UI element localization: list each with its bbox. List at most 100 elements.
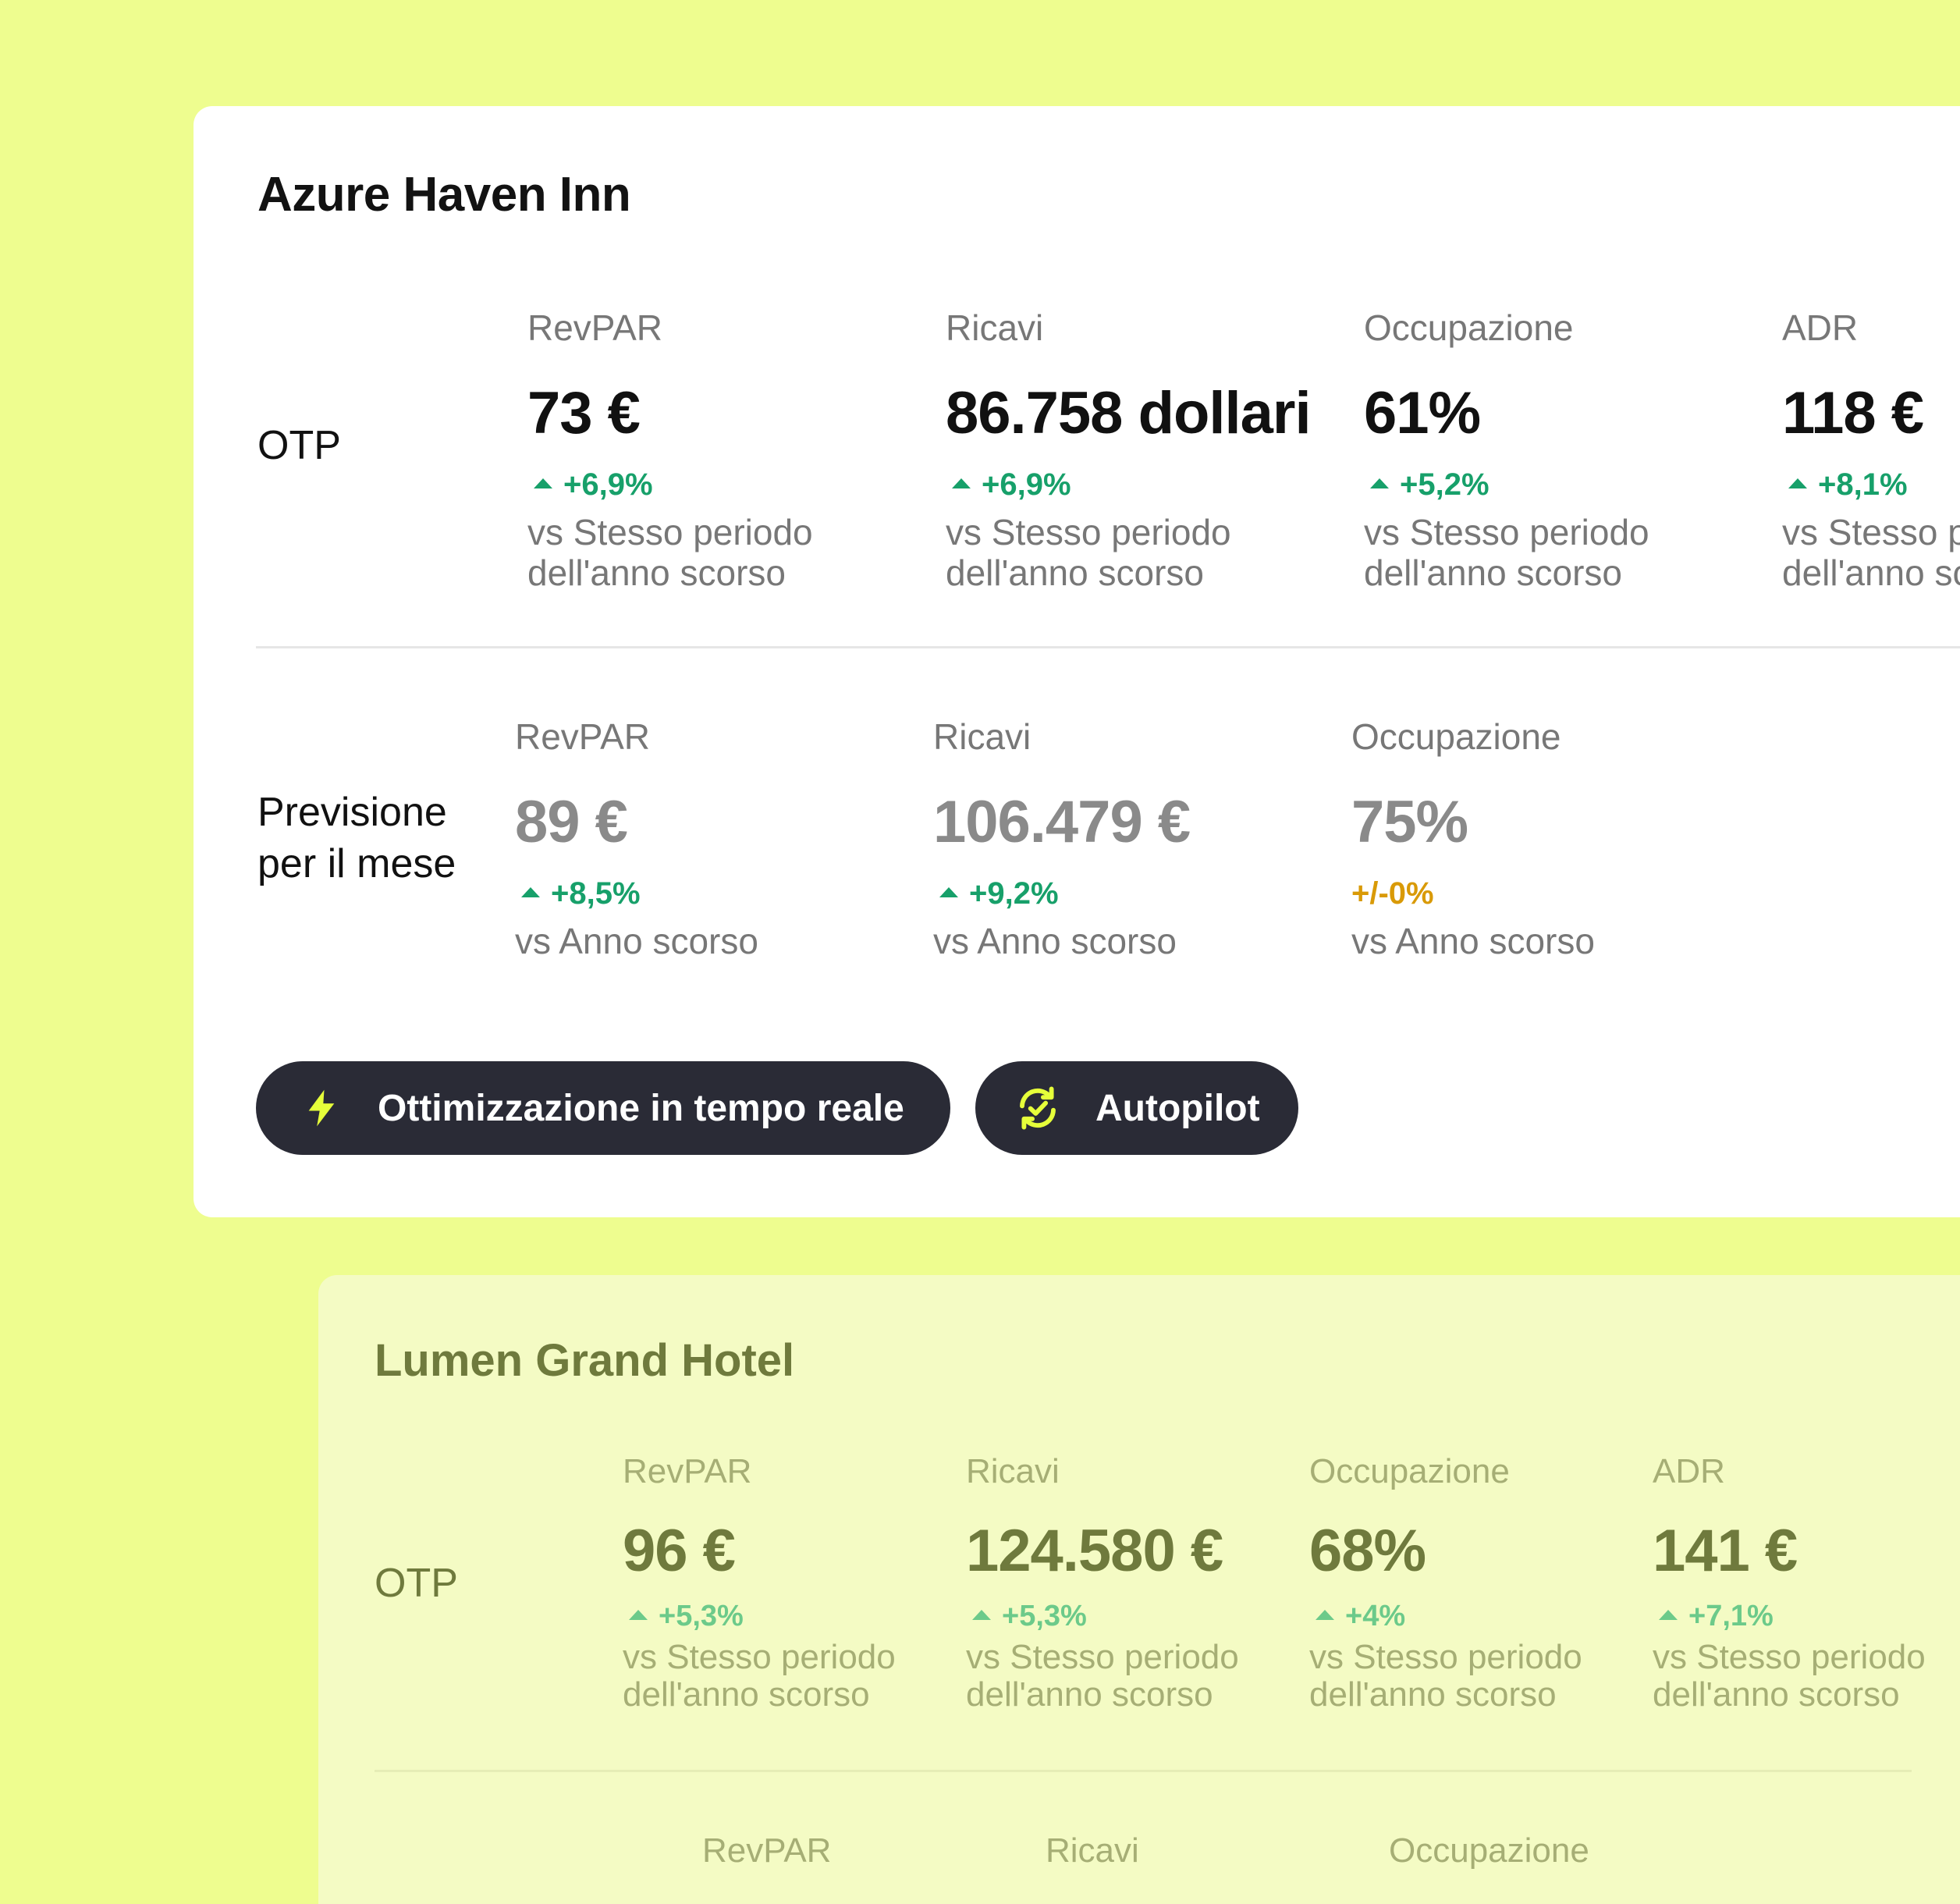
- metric-comparison: vs Anno scorso: [1351, 921, 1595, 961]
- metric-change: +6,9%: [946, 465, 1311, 504]
- metric-change: +5,3%: [623, 1597, 896, 1636]
- metric-value: 75%: [1351, 789, 1468, 855]
- hotel-card-azure-haven: Azure Haven Inn OTP RevPAR 73 € +6,9% vs…: [194, 106, 1960, 1217]
- metric-occupazione: Occupazione 68% +4% vs Stesso periodo de…: [1309, 1450, 1582, 1714]
- metric-label: RevPAR: [702, 1831, 832, 1870]
- metric-comparison: vs Stesso periodo: [1653, 1638, 1926, 1676]
- autopilot-button[interactable]: Autopilot: [975, 1061, 1298, 1155]
- metric-change: +8,1%: [1782, 465, 1960, 504]
- metric-comparison-line2: dell'anno scorso: [966, 1675, 1213, 1714]
- metric-comparison: vs Stesso periodo: [623, 1638, 896, 1676]
- trend-up-icon: [534, 478, 552, 488]
- metric-adr: ADR 141 € +7,1% vs Stesso periodo dell'a…: [1653, 1450, 1926, 1714]
- metric-value: 118 €: [1782, 380, 1924, 446]
- forecast-metric-ricavi: Ricavi 106.479 € +9,2% vs Anno scorso: [933, 715, 1191, 961]
- change-value: +6,9%: [982, 467, 1071, 502]
- trend-up-icon: [972, 1609, 991, 1620]
- metric-comparison: vs Anno scorso: [515, 921, 758, 961]
- metric-value: 124.580 €: [966, 1518, 1223, 1584]
- metric-occupazione: Occupazione 61% +5,2% vs Stesso periodo …: [1364, 306, 1649, 593]
- metric-label: Ricavi: [946, 307, 1044, 348]
- section-divider: [256, 646, 1960, 648]
- hotel-title: Lumen Grand Hotel: [375, 1335, 795, 1386]
- forecast-metric-revpar: RevPAR: [702, 1829, 831, 1873]
- metric-value: 61%: [1364, 380, 1481, 446]
- forecast-metric-occupazione: Occupazione 75% +/-0% vs Anno scorso: [1351, 715, 1595, 961]
- metric-comparison: vs Stesso periodo: [1782, 512, 1960, 552]
- sync-check-icon: [1020, 1086, 1056, 1130]
- metric-comparison: vs Stesso periodo: [1364, 512, 1649, 552]
- otp-row-label: OTP: [375, 1561, 458, 1606]
- button-label: Autopilot: [1095, 1087, 1260, 1129]
- metric-value: 96 €: [623, 1518, 736, 1584]
- metric-change: +6,9%: [527, 465, 813, 504]
- metric-change: +7,1%: [1653, 1597, 1926, 1636]
- metric-label: Occupazione: [1309, 1452, 1510, 1490]
- hotel-title: Azure Haven Inn: [257, 168, 631, 222]
- change-value: +7,1%: [1688, 1600, 1774, 1632]
- trend-up-icon: [1370, 478, 1389, 488]
- metric-value: 68%: [1309, 1518, 1426, 1584]
- change-value: +9,2%: [969, 876, 1059, 911]
- metric-label: Ricavi: [966, 1452, 1060, 1490]
- hotel-card-lumen-grand: Lumen Grand Hotel OTP RevPAR 96 € +5,3% …: [318, 1275, 1960, 1904]
- forecast-metric-occupazione: Occupazione: [1389, 1829, 1589, 1873]
- metric-comparison-line2: dell'anno scorso: [1782, 552, 1960, 593]
- change-value: +5,3%: [1002, 1600, 1087, 1632]
- change-value: +8,5%: [551, 876, 641, 911]
- metric-change: +4%: [1309, 1597, 1582, 1636]
- metric-change: +/-0%: [1351, 874, 1595, 913]
- trend-up-icon: [629, 1609, 648, 1620]
- lightning-bolt-icon: [308, 1089, 335, 1127]
- trend-up-icon: [1316, 1609, 1334, 1620]
- metric-comparison-line2: dell'anno scorso: [946, 552, 1204, 593]
- metric-label: Occupazione: [1389, 1831, 1589, 1870]
- metric-comparison: vs Stesso periodo: [946, 512, 1231, 552]
- change-value: +5,2%: [1400, 467, 1490, 502]
- section-divider: [375, 1770, 1912, 1772]
- otp-row-label: OTP: [257, 423, 341, 468]
- metric-label: Occupazione: [1364, 307, 1574, 348]
- metric-adr: ADR 118 € +8,1% vs Stesso periodo dell'a…: [1782, 306, 1960, 593]
- forecast-row-label: Previsione per il mese: [257, 787, 456, 890]
- metric-comparison-line2: dell'anno scorso: [623, 1675, 870, 1714]
- metric-comparison-line2: dell'anno scorso: [1309, 1675, 1557, 1714]
- metric-label: ADR: [1782, 307, 1859, 348]
- metric-value: 86.758 dollari: [946, 380, 1312, 446]
- metric-comparison: vs Stesso periodo: [1309, 1638, 1582, 1676]
- metric-label: ADR: [1653, 1452, 1725, 1490]
- metric-value: 141 €: [1653, 1518, 1798, 1584]
- metric-label: RevPAR: [527, 307, 662, 348]
- trend-up-icon: [939, 886, 958, 897]
- metric-comparison: vs Anno scorso: [933, 921, 1177, 961]
- change-value: +5,3%: [659, 1600, 744, 1632]
- metric-change: +9,2%: [933, 874, 1190, 913]
- metric-change: +8,5%: [515, 874, 758, 913]
- trend-up-icon: [1788, 478, 1807, 488]
- metric-comparison: vs Stesso periodo: [527, 512, 813, 552]
- metric-comparison-line2: dell'anno scorso: [527, 552, 786, 593]
- metric-comparison-line2: dell'anno scorso: [1653, 1675, 1900, 1714]
- metric-ricavi: Ricavi 124.580 € +5,3% vs Stesso periodo…: [966, 1450, 1239, 1714]
- metric-label: Occupazione: [1351, 716, 1561, 757]
- forecast-label-line2: per il mese: [257, 841, 456, 886]
- metric-value: 89 €: [515, 789, 628, 855]
- metric-value: 106.479 €: [933, 789, 1191, 855]
- metric-comparison: vs Stesso periodo: [966, 1638, 1239, 1676]
- trend-up-icon: [1659, 1609, 1678, 1620]
- button-label: Ottimizzazione in tempo reale: [378, 1087, 904, 1129]
- change-value: +6,9%: [563, 467, 653, 502]
- metric-value: 73 €: [527, 380, 641, 446]
- trend-up-icon: [521, 886, 540, 897]
- metric-change: +5,3%: [966, 1597, 1239, 1636]
- change-value: +4%: [1345, 1600, 1406, 1632]
- metric-label: Ricavi: [933, 716, 1031, 757]
- change-value: +8,1%: [1818, 467, 1908, 502]
- metric-revpar: RevPAR 73 € +6,9% vs Stesso periodo dell…: [527, 306, 813, 593]
- forecast-metric-revpar: RevPAR 89 € +8,5% vs Anno scorso: [515, 715, 758, 961]
- metric-comparison-line2: dell'anno scorso: [1364, 552, 1622, 593]
- metric-label: Ricavi: [1046, 1831, 1139, 1870]
- forecast-metric-ricavi: Ricavi: [1046, 1829, 1139, 1873]
- realtime-optimization-button[interactable]: Ottimizzazione in tempo reale: [256, 1061, 950, 1155]
- trend-up-icon: [952, 478, 971, 488]
